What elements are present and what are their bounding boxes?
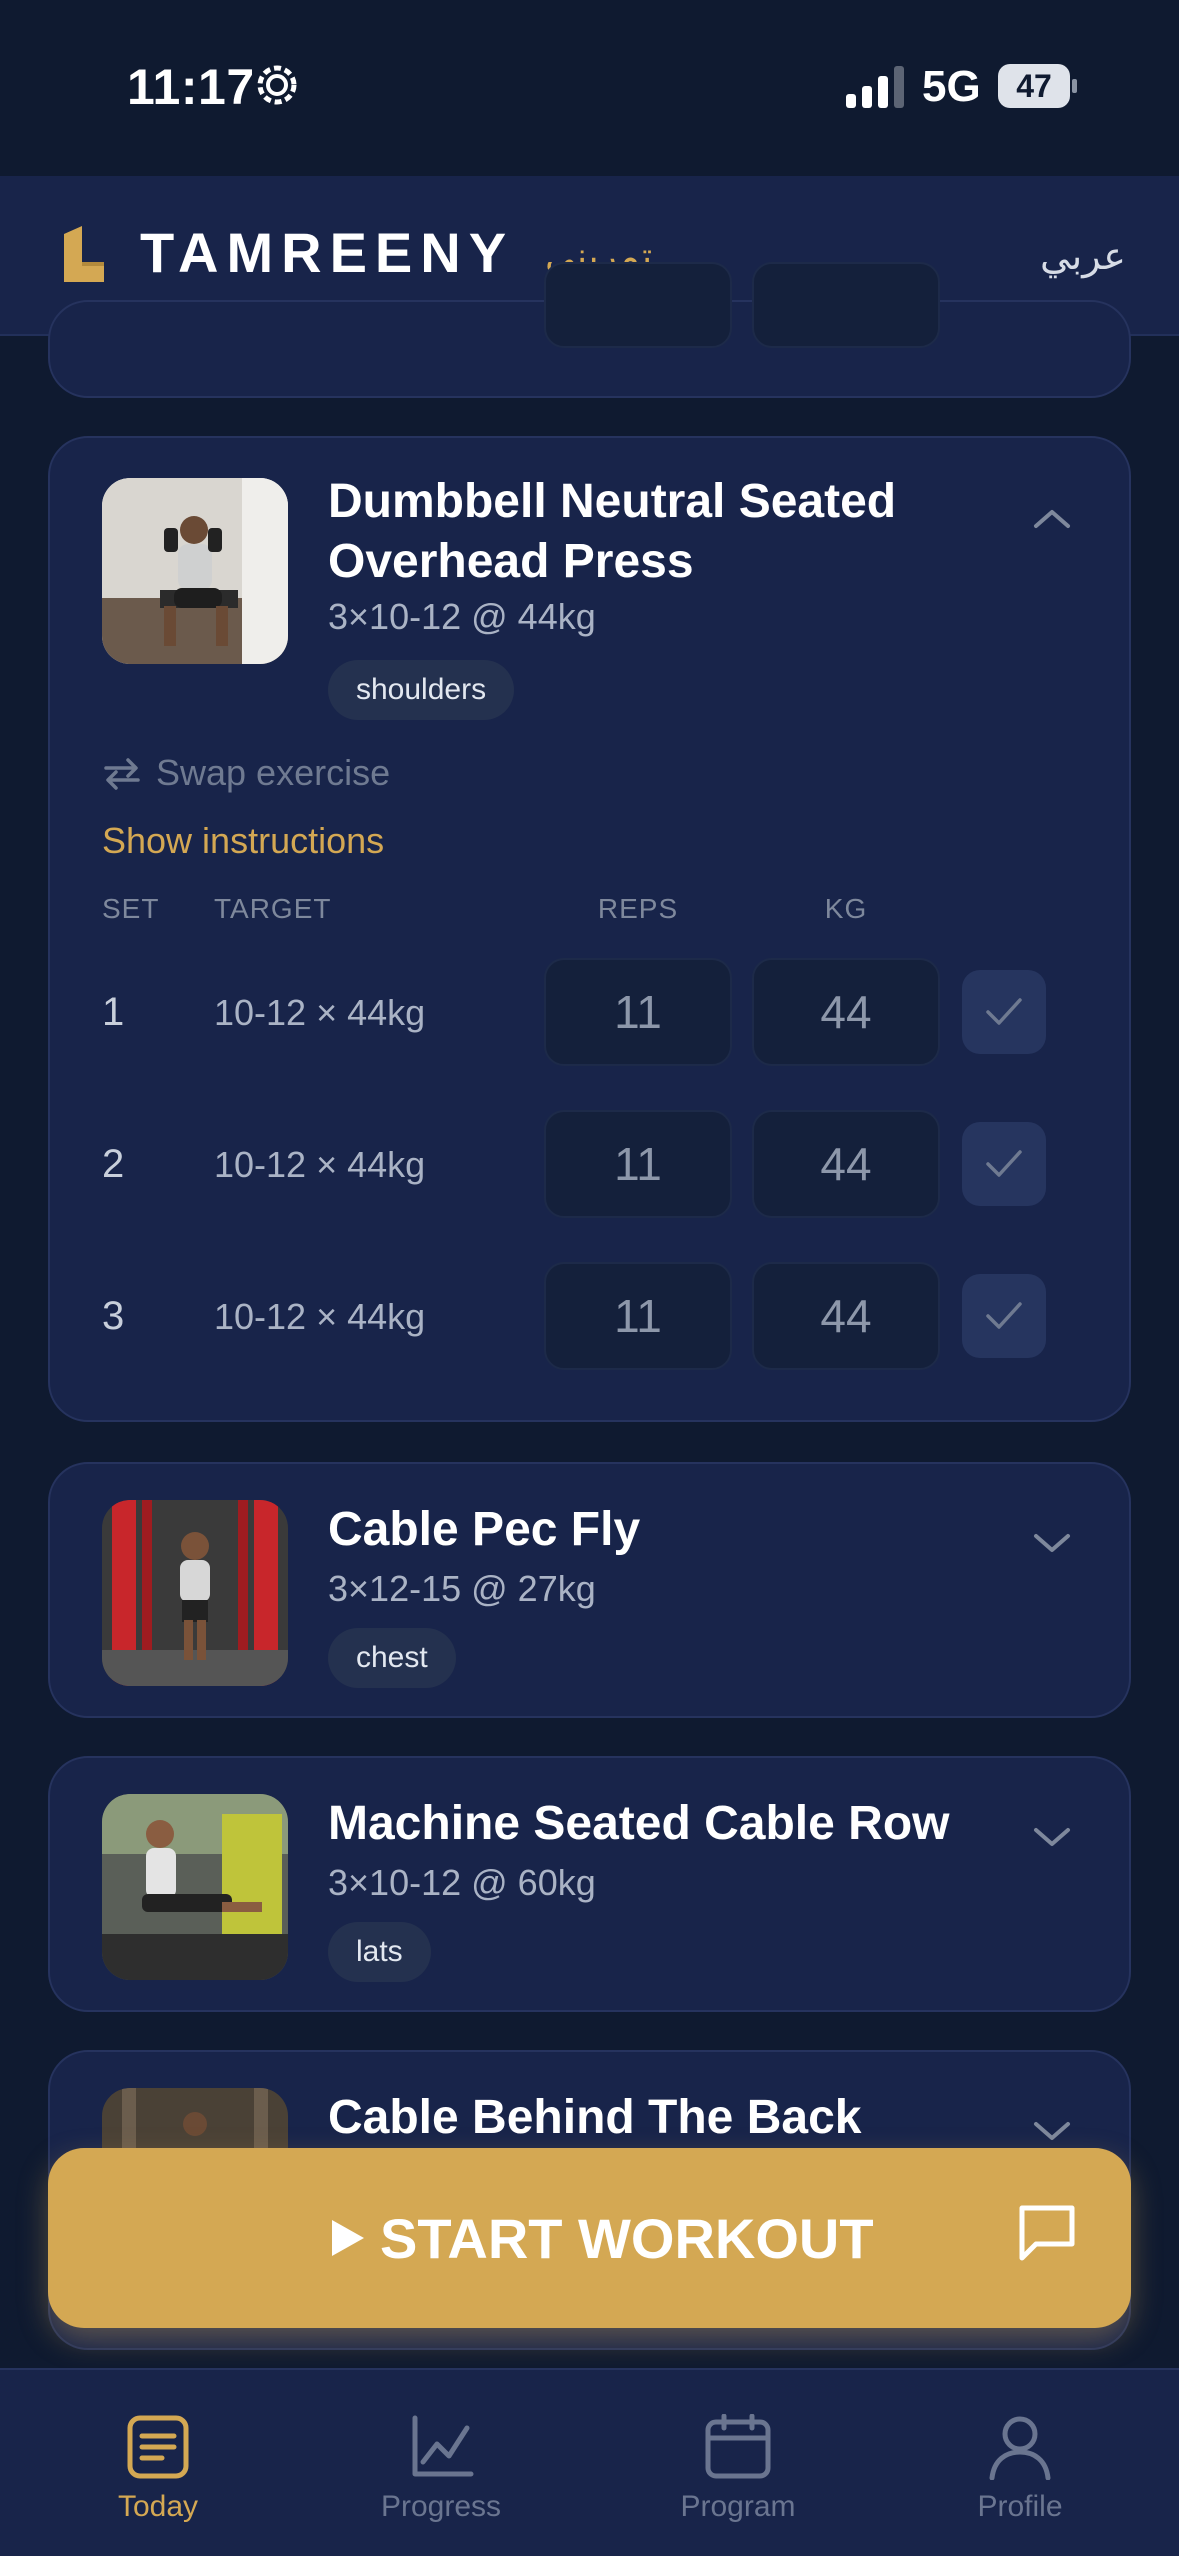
exercise-thumbnail xyxy=(102,478,288,664)
exercise-prescription: 3×10-12 @ 44kg xyxy=(328,596,596,637)
exercise-title: Dumbbell Neutral Seated Overhead Press xyxy=(328,475,897,588)
exercise-thumbnail xyxy=(102,1500,288,1686)
signal-icon xyxy=(846,66,904,108)
column-header-kg: KG xyxy=(824,893,868,924)
chat-icon[interactable] xyxy=(1014,2200,1080,2266)
check-icon xyxy=(986,1150,1022,1177)
set-target: 10-12 × 44kg xyxy=(214,992,426,1033)
play-icon xyxy=(332,2220,364,2256)
swap-icon xyxy=(104,758,140,790)
set-number: 3 xyxy=(102,1294,125,1338)
battery-level: 47 xyxy=(1016,68,1052,104)
check-icon xyxy=(986,1302,1022,1329)
exercise-prescription: 3×12-15 @ 27kg xyxy=(328,1568,596,1609)
column-header-reps: REPS xyxy=(597,893,679,924)
set-target: 10-12 × 44kg xyxy=(214,1296,426,1337)
exercise-card-previous xyxy=(48,262,1131,398)
exercise-card[interactable]: Machine Seated Cable Row 3×10-12 @ 60kg … xyxy=(48,1756,1131,2012)
progress-chart-icon xyxy=(412,2415,474,2477)
start-workout-label: START WORKOUT xyxy=(380,2207,874,2270)
app-screen: 11:17 5G 47 TAMREENY تمريني عربي Dumbbel… xyxy=(0,0,1179,2556)
set-row: 2 10-12 × 44kg 11 44 xyxy=(50,1110,1133,1220)
profile-icon xyxy=(989,2416,1051,2480)
status-time: 11:17 xyxy=(127,59,255,115)
logo-icon xyxy=(64,226,104,282)
exercise-card-expanded[interactable]: Dumbbell Neutral Seated Overhead Press 3… xyxy=(48,436,1131,1422)
set-number: 1 xyxy=(102,990,125,1034)
complete-set-button[interactable] xyxy=(962,1122,1046,1206)
column-header-target: TARGET xyxy=(214,893,332,924)
status-bar: 11:17 5G 47 xyxy=(0,0,1179,176)
bottom-nav: Today Progress Program Profile xyxy=(0,2368,1179,2556)
exercise-prescription: 3×10-12 @ 60kg xyxy=(328,1862,596,1903)
nav-tab-today[interactable]: Today xyxy=(58,2414,258,2534)
exercise-thumbnail xyxy=(102,1794,288,1980)
nav-label: Profile xyxy=(977,2490,1063,2523)
swap-exercise-label: Swap exercise xyxy=(156,752,391,793)
complete-set-button[interactable] xyxy=(962,1274,1046,1358)
chevron-down-icon[interactable] xyxy=(1030,2118,1074,2146)
column-header-set: SET xyxy=(102,893,160,924)
set-row: 1 10-12 × 44kg 11 44 xyxy=(50,958,1133,1068)
set-row: 3 10-12 × 44kg 11 44 xyxy=(50,1262,1133,1372)
chevron-down-icon[interactable] xyxy=(1030,1824,1074,1852)
start-workout-button[interactable]: START WORKOUT xyxy=(48,2148,1131,2328)
battery-icon: 47 xyxy=(998,64,1077,108)
set-target: 10-12 × 44kg xyxy=(214,1144,426,1185)
set-number: 2 xyxy=(102,1142,125,1186)
calendar-icon xyxy=(705,2414,771,2479)
check-icon xyxy=(986,998,1022,1025)
muscle-tag: lats xyxy=(328,1922,431,1982)
exercise-title: Machine Seated Cable Row xyxy=(328,1797,950,1850)
chevron-down-icon[interactable] xyxy=(1030,1530,1074,1558)
reps-input[interactable]: 11 xyxy=(544,958,732,1066)
chevron-up-icon[interactable] xyxy=(1030,504,1074,532)
weight-input[interactable]: 44 xyxy=(752,1110,940,1218)
nav-tab-profile[interactable]: Profile xyxy=(920,2414,1120,2534)
weight-input[interactable]: 44 xyxy=(752,1262,940,1370)
language-toggle[interactable]: عربي xyxy=(1040,234,1126,278)
nav-tab-program[interactable]: Program xyxy=(638,2414,838,2534)
today-icon xyxy=(127,2415,189,2479)
gear-icon xyxy=(257,65,297,105)
exercise-title: Cable Behind The Back xyxy=(328,2091,862,2144)
network-label: 5G xyxy=(922,62,981,111)
nav-label: Program xyxy=(680,2490,796,2523)
nav-tab-progress[interactable]: Progress xyxy=(341,2414,541,2534)
exercise-card[interactable]: Cable Pec Fly 3×12-15 @ 27kg chest xyxy=(48,1462,1131,1718)
complete-set-button[interactable] xyxy=(962,970,1046,1054)
show-instructions-link[interactable]: Show instructions xyxy=(102,820,384,862)
nav-label: Progress xyxy=(380,2490,502,2523)
brand-name: TAMREENY xyxy=(140,221,515,284)
nav-label: Today xyxy=(117,2490,199,2523)
exercise-title: Cable Pec Fly xyxy=(328,1503,641,1556)
reps-input[interactable]: 11 xyxy=(544,1262,732,1370)
weight-input[interactable]: 44 xyxy=(752,958,940,1066)
muscle-tag: chest xyxy=(328,1628,456,1688)
reps-input[interactable]: 11 xyxy=(544,1110,732,1218)
muscle-tag: shoulders xyxy=(328,660,515,720)
